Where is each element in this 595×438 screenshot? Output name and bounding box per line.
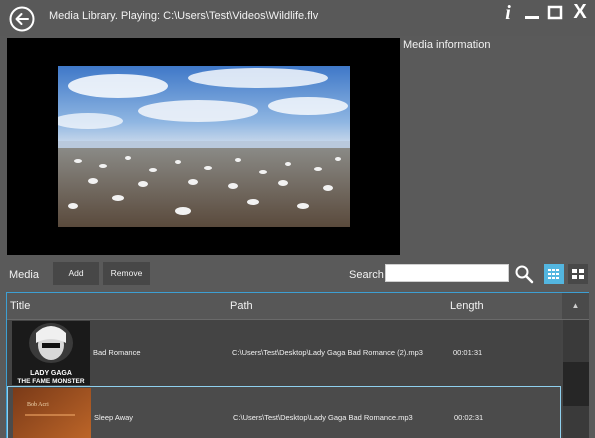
row-length: 00:01:31 bbox=[453, 348, 483, 357]
table-header: Title Path Length ▲ bbox=[7, 293, 589, 320]
row-title: Sleep Away bbox=[94, 413, 134, 422]
remove-button[interactable]: Remove bbox=[103, 262, 150, 285]
video-frame-image bbox=[58, 66, 350, 227]
row-length: 00:02:31 bbox=[454, 413, 484, 422]
search-icon[interactable] bbox=[514, 264, 534, 284]
table-row[interactable]: LADY GAGA THE FAME MONSTER Bad Romance C… bbox=[7, 320, 561, 386]
window-title: Media Library. Playing: C:\Users\Test\Vi… bbox=[49, 10, 319, 22]
maximize-icon[interactable] bbox=[547, 4, 563, 26]
album-art-caption-line1: LADY GAGA bbox=[30, 370, 72, 377]
back-arrow-icon[interactable] bbox=[9, 6, 35, 32]
media-table: Title Path Length ▲ LADY GAGA THE FAME M… bbox=[6, 292, 589, 438]
media-label: Media bbox=[9, 269, 39, 281]
row-path: C:\Users\Test\Desktop\Lady Gaga Bad Roma… bbox=[232, 348, 423, 357]
list-view-icon[interactable] bbox=[544, 264, 564, 284]
column-header-path[interactable]: Path bbox=[230, 300, 253, 312]
minimize-icon[interactable] bbox=[523, 4, 541, 26]
row-path: C:\Users\Test\Desktop\Lady Gaga Bad Roma… bbox=[233, 413, 413, 422]
close-icon[interactable]: X bbox=[570, 1, 590, 23]
sort-arrow-icon[interactable]: ▲ bbox=[562, 293, 589, 319]
title-bar: Media Library. Playing: C:\Users\Test\Vi… bbox=[0, 0, 595, 36]
album-art-caption: Bob Acri bbox=[27, 402, 49, 408]
table-row[interactable]: Bob Acri Sleep Away C:\Users\Test\Deskto… bbox=[7, 386, 561, 438]
album-art-caption-line2: THE FAME MONSTER bbox=[17, 378, 84, 385]
search-label: Search bbox=[349, 269, 384, 281]
add-button[interactable]: Add bbox=[53, 262, 99, 285]
album-art-thumbnail: LADY GAGA THE FAME MONSTER bbox=[12, 321, 90, 385]
column-header-length[interactable]: Length bbox=[450, 300, 484, 312]
scrollbar-thumb[interactable] bbox=[563, 362, 589, 406]
album-art-thumbnail: Bob Acri bbox=[13, 388, 91, 438]
vertical-scrollbar[interactable] bbox=[563, 320, 589, 438]
media-information-heading: Media information bbox=[403, 39, 491, 51]
info-icon[interactable]: i bbox=[500, 2, 516, 24]
tile-view-icon[interactable] bbox=[568, 264, 588, 284]
video-player[interactable] bbox=[7, 38, 400, 255]
row-title: Bad Romance bbox=[93, 348, 141, 357]
column-header-title[interactable]: Title bbox=[10, 300, 30, 312]
search-input[interactable] bbox=[385, 264, 509, 282]
